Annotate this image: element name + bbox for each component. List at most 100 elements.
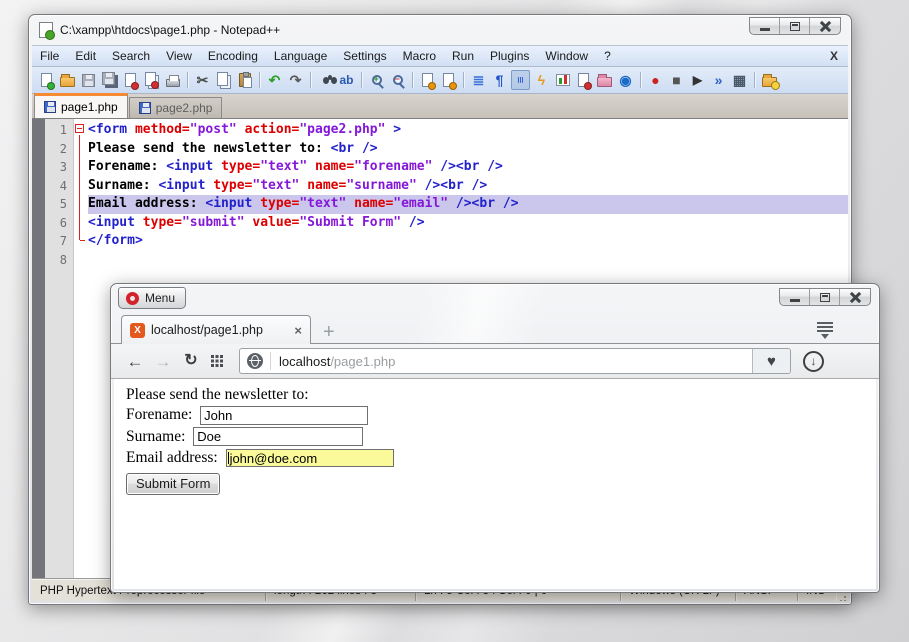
field-label: Surname: [126, 428, 189, 446]
open-file-icon[interactable] [58, 70, 77, 90]
submit-form-button[interactable]: Submit Form [126, 473, 220, 495]
doc-switcher-icon[interactable] [574, 70, 593, 90]
stop-recording-icon[interactable]: ■ [667, 70, 686, 90]
monitoring-icon[interactable] [760, 70, 779, 90]
run-macro-multiple-times-icon[interactable]: » [709, 70, 728, 90]
badge [428, 82, 436, 90]
menu-item-language[interactable]: Language [266, 46, 335, 66]
minimize-button[interactable] [750, 18, 780, 34]
opera-menu-button[interactable]: Menu [118, 287, 186, 309]
project-panel-icon[interactable] [595, 70, 614, 90]
code-line-6[interactable]: <input type="submit" value="Submit Form"… [88, 214, 848, 233]
copy-icon[interactable] [214, 70, 233, 90]
new-file-icon[interactable] [37, 70, 56, 90]
menu-item-window[interactable]: Window [537, 46, 596, 66]
paste-glyph [239, 73, 251, 87]
replace-icon[interactable]: ab [337, 70, 356, 90]
menu-item-help[interactable]: ? [596, 46, 619, 66]
menu-item-plugins[interactable]: Plugins [482, 46, 537, 66]
code-token: <input [88, 215, 143, 230]
forward-icon[interactable]: → [149, 353, 177, 370]
document-map-icon[interactable] [553, 70, 572, 90]
zoom-in-icon[interactable]: + [367, 70, 386, 90]
code-line-3[interactable]: Forename: <input type="text" name="foren… [88, 158, 848, 177]
redo-glyph: ↷ [290, 73, 302, 87]
menu-item-run[interactable]: Run [444, 46, 482, 66]
sync-horizontal-scrolling-icon[interactable] [439, 70, 458, 90]
bookmark-heart-icon[interactable]: ♥ [752, 349, 790, 373]
menu-item-edit[interactable]: Edit [67, 46, 104, 66]
code-token: Forename: [88, 159, 166, 174]
minimize-icon [760, 28, 770, 31]
tab-menu-icon[interactable] [817, 322, 833, 336]
close-all-icon[interactable] [142, 70, 161, 90]
notepad-titlebar[interactable]: C:\xampp\htdocs\page1.php - Notepad++ [29, 15, 851, 45]
download-icon[interactable]: ↓ [803, 351, 824, 372]
tab-menu-bars [817, 322, 833, 324]
input-forename[interactable]: John [200, 406, 368, 425]
code-token: "post" [190, 122, 237, 137]
replace-glyph: ab [339, 74, 353, 86]
input-emailaddress[interactable]: john@doe.com [226, 449, 394, 467]
save-icon[interactable] [79, 70, 98, 90]
monitoring-glyph [762, 77, 777, 87]
code-line-7[interactable]: </form> [88, 232, 848, 251]
editor-tab-page2.php[interactable]: page2.php [129, 97, 223, 118]
find-icon[interactable] [316, 70, 335, 90]
word-wrap-icon[interactable]: ≣ [469, 70, 488, 90]
code-line-5[interactable]: Email address: <input type="text" name="… [88, 195, 848, 214]
opera-titlebar[interactable]: Menu [111, 284, 879, 312]
menu-item-settings[interactable]: Settings [335, 46, 394, 66]
menu-item-encoding[interactable]: Encoding [200, 46, 266, 66]
record-macro-icon[interactable]: ● [646, 70, 665, 90]
close-button[interactable] [840, 289, 870, 305]
print-icon[interactable] [163, 70, 182, 90]
maximize-button[interactable] [810, 289, 840, 305]
speed-dial-icon[interactable] [211, 355, 223, 367]
show-all-characters-icon[interactable]: ¶ [490, 70, 509, 90]
menu-item-view[interactable]: View [158, 46, 200, 66]
badge [131, 82, 139, 90]
close-button[interactable] [810, 18, 840, 34]
code-token: "text" [299, 196, 346, 211]
code-line-8[interactable] [88, 251, 848, 270]
address-url[interactable]: localhost/page1.php [279, 354, 752, 369]
playback-macro-icon[interactable]: ▶ [688, 70, 707, 90]
address-bar[interactable]: localhost/page1.php ♥ [239, 348, 791, 374]
new-tab-button[interactable]: + [323, 322, 335, 342]
zoom-out-icon[interactable]: − [388, 70, 407, 90]
minimize-button[interactable] [780, 289, 810, 305]
browser-tab[interactable]: X localhost/page1.php × [121, 315, 311, 344]
fold-collapse-icon[interactable] [75, 124, 84, 133]
menu-item-file[interactable]: File [32, 46, 67, 66]
cut-icon[interactable]: ✂ [193, 70, 212, 90]
redo-icon[interactable]: ↷ [286, 70, 305, 90]
menu-item-macro[interactable]: Macro [395, 46, 444, 66]
save-recorded-macro-icon[interactable]: ▦ [730, 70, 749, 90]
restore-button[interactable] [780, 18, 810, 34]
back-icon[interactable]: ← [121, 353, 149, 370]
close-file-icon[interactable] [121, 70, 140, 90]
input-surname[interactable]: Doe [193, 427, 363, 446]
menu-item-search[interactable]: Search [104, 46, 158, 66]
tab-close-icon[interactable]: × [288, 323, 302, 338]
undo-icon[interactable]: ↶ [265, 70, 284, 90]
paste-icon[interactable] [235, 70, 254, 90]
toolbar-separator [412, 72, 413, 88]
code-token: <input [205, 196, 260, 211]
new-file-glyph [41, 73, 52, 87]
code-line-2[interactable]: Please send the newsletter to: <br /> [88, 140, 848, 159]
view-in-browser-icon[interactable]: ◉ [616, 70, 635, 90]
function-list-icon[interactable]: ϟ [532, 70, 551, 90]
sync-vertical-scrolling-icon[interactable] [418, 70, 437, 90]
code-token: "text" [252, 178, 299, 193]
save-all-icon[interactable] [100, 70, 119, 90]
code-token: <input [158, 178, 213, 193]
menubar-close-icon[interactable]: X [820, 49, 848, 63]
code-line-4[interactable]: Surname: <input type="text" name="surnam… [88, 177, 848, 196]
code-line-1[interactable]: <form method="post" action="page2.php" > [88, 121, 848, 140]
editor-tab-page1.php[interactable]: page1.php [34, 93, 128, 118]
reload-icon[interactable]: ↻ [177, 353, 205, 369]
indent-guides-icon[interactable]: ≡ [511, 70, 530, 90]
tab-label: page2.php [156, 101, 213, 115]
